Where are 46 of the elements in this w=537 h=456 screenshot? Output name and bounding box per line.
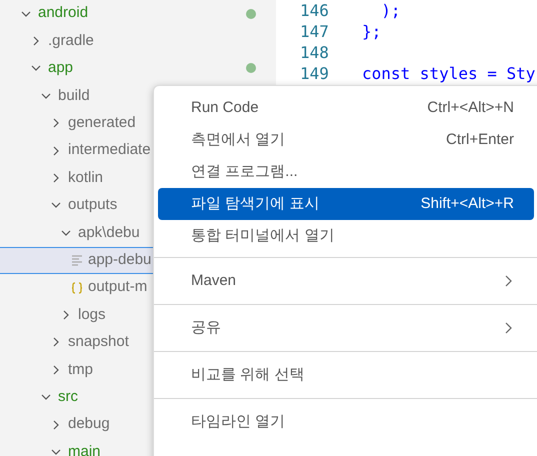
menu-item-label: 연결 프로그램...	[191, 162, 298, 182]
line-number: 146	[299, 0, 330, 22]
tree-item-label: src	[58, 386, 78, 407]
tree-item-label: .gradle	[48, 30, 94, 51]
tree-item-label: app	[48, 58, 74, 78]
menu-item[interactable]: 공유	[158, 312, 534, 344]
tree-item[interactable]: app	[0, 54, 276, 82]
text-lines-icon	[70, 253, 84, 268]
menu-item[interactable]: 연결 프로그램...	[158, 156, 534, 188]
code-line: };	[362, 20, 382, 42]
code-line: );	[380, 0, 401, 22]
menu-item[interactable]: 파일 탐색기에 표시 Shift+<Alt>+R	[158, 188, 534, 220]
tree-item-label: debug	[68, 414, 110, 434]
tree-item-label: outputs	[68, 195, 118, 216]
tree-item-label: generated	[68, 113, 136, 133]
line-number: 148	[299, 42, 330, 64]
tree-item-label: snapshot	[68, 332, 129, 352]
tree-item-label: build	[58, 86, 90, 106]
tree-item-label: android	[38, 3, 88, 24]
tree-item[interactable]: .gradle	[0, 27, 276, 55]
tree-item[interactable]: main	[0, 438, 276, 456]
tree-item-label: main	[68, 442, 101, 456]
menu-item-label: 타임라인 열기	[191, 412, 286, 432]
menu-item[interactable]: 측면에서 열기 Ctrl+Enter	[158, 124, 534, 156]
tree-item-label: logs	[78, 304, 106, 325]
tree-item[interactable]: android	[0, 0, 276, 28]
line-number: 147	[299, 20, 330, 42]
menu-item-label: Run Code	[191, 98, 259, 118]
tree-item-label: kotlin	[68, 168, 104, 188]
menu-item-label: 공유	[191, 318, 221, 338]
tree-item-label: output-m	[88, 277, 148, 298]
menu-item-label: 통합 터미널에서 열기	[191, 226, 334, 246]
menu-shortcut: Ctrl+<Alt>+N	[427, 98, 514, 118]
braces-icon	[70, 280, 84, 295]
menu-shortcut: Shift+<Alt>+R	[420, 194, 514, 214]
menu-item-label: 비교를 위해 선택	[191, 364, 304, 385]
menu-shortcut: Ctrl+Enter	[446, 130, 514, 150]
line-number: 149	[299, 62, 330, 84]
tree-item-label: tmp	[68, 360, 94, 380]
tree-item-label: intermediate	[68, 140, 151, 160]
menu-item-label: 파일 탐색기에 표시	[191, 194, 320, 214]
code-line: const styles = Sty	[362, 62, 536, 84]
tree-item-label: apk\debu	[78, 222, 140, 243]
menu-item[interactable]: Run Code Ctrl+<Alt>+N	[158, 92, 534, 124]
menu-item-label: 측면에서 열기	[191, 130, 286, 150]
tree-item-label: app-debu	[88, 250, 152, 270]
